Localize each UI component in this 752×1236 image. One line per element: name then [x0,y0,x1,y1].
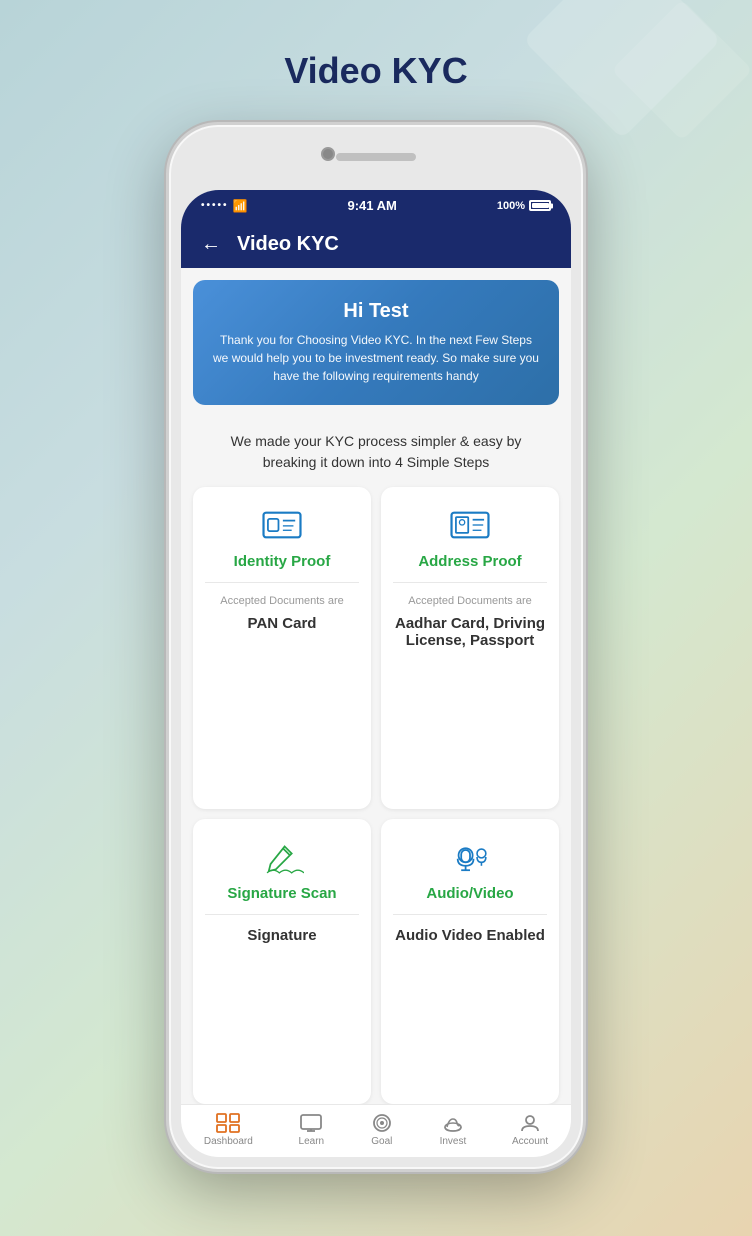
identity-proof-title: Identity Proof [234,553,331,570]
phone-speaker [336,153,416,161]
signature-scan-title: Signature Scan [227,885,336,902]
identity-subtitle: Accepted Documents are [220,595,344,607]
learn-icon [299,1113,323,1133]
signature-divider [205,914,359,915]
learn-label: Learn [299,1136,325,1147]
identity-proof-card[interactable]: Identity Proof Accepted Documents are PA… [193,487,371,809]
nav-bar: ← Video KYC [181,221,571,268]
phone-screen: ••••• 📶 9:41 AM 100% ← Video KYC Hi Test… [181,190,571,1157]
account-icon [518,1113,542,1133]
address-subtitle: Accepted Documents are [408,595,532,607]
goal-label: Goal [371,1136,392,1147]
address-proof-icon [445,505,495,545]
invest-icon [441,1113,465,1133]
signature-scan-card[interactable]: Signature Scan Signature [193,819,371,1104]
address-divider [393,582,547,583]
identity-value: PAN Card [248,615,317,632]
status-time: 9:41 AM [347,198,396,213]
account-label: Account [512,1136,548,1147]
address-proof-card[interactable]: Address Proof Accepted Documents are Aad… [381,487,559,809]
address-value: Aadhar Card, Driving License, Passport [393,615,547,649]
dashboard-label: Dashboard [204,1136,253,1147]
phone-button-mute [166,265,169,295]
status-bar: ••••• 📶 9:41 AM 100% [181,190,571,221]
phone-button-power [583,325,586,395]
nav-item-learn[interactable]: Learn [299,1113,325,1147]
status-right: 100% [497,200,551,212]
welcome-greeting: Hi Test [213,300,539,323]
bottom-nav: Dashboard Learn Goal [181,1104,571,1157]
steps-subtitle: We made your KYC process simpler & easy … [181,417,571,487]
invest-label: Invest [440,1136,467,1147]
phone-button-vol-down [166,375,169,425]
phone-camera [321,147,335,161]
identity-proof-icon [257,505,307,545]
goal-icon [370,1113,394,1133]
phone-button-vol-up [166,310,169,360]
welcome-banner: Hi Test Thank you for Choosing Video KYC… [193,280,559,405]
signature-value: Signature [247,927,316,944]
audio-video-title: Audio/Video [426,885,513,902]
nav-item-invest[interactable]: Invest [440,1113,467,1147]
nav-item-account[interactable]: Account [512,1113,548,1147]
audio-video-value: Audio Video Enabled [395,927,545,944]
signal-dots: ••••• [201,200,229,211]
dashboard-icon [216,1113,240,1133]
battery-icon [529,200,551,211]
welcome-description: Thank you for Choosing Video KYC. In the… [213,331,539,385]
kyc-cards-grid: Identity Proof Accepted Documents are PA… [181,487,571,1104]
audio-video-icon [445,837,495,877]
audio-video-divider [393,914,547,915]
signature-scan-icon [257,837,307,877]
identity-divider [205,582,359,583]
page-title: Video KYC [284,50,467,92]
address-proof-title: Address Proof [418,553,521,570]
phone-frame: ••••• 📶 9:41 AM 100% ← Video KYC Hi Test… [166,122,586,1172]
nav-item-goal[interactable]: Goal [370,1113,394,1147]
nav-item-dashboard[interactable]: Dashboard [204,1113,253,1147]
nav-title: Video KYC [237,233,339,256]
wifi-icon: 📶 [233,199,248,213]
status-left: ••••• 📶 [201,199,247,213]
battery-percent: 100% [497,200,525,212]
back-button[interactable]: ← [201,233,221,256]
audio-video-card[interactable]: Audio/Video Audio Video Enabled [381,819,559,1104]
